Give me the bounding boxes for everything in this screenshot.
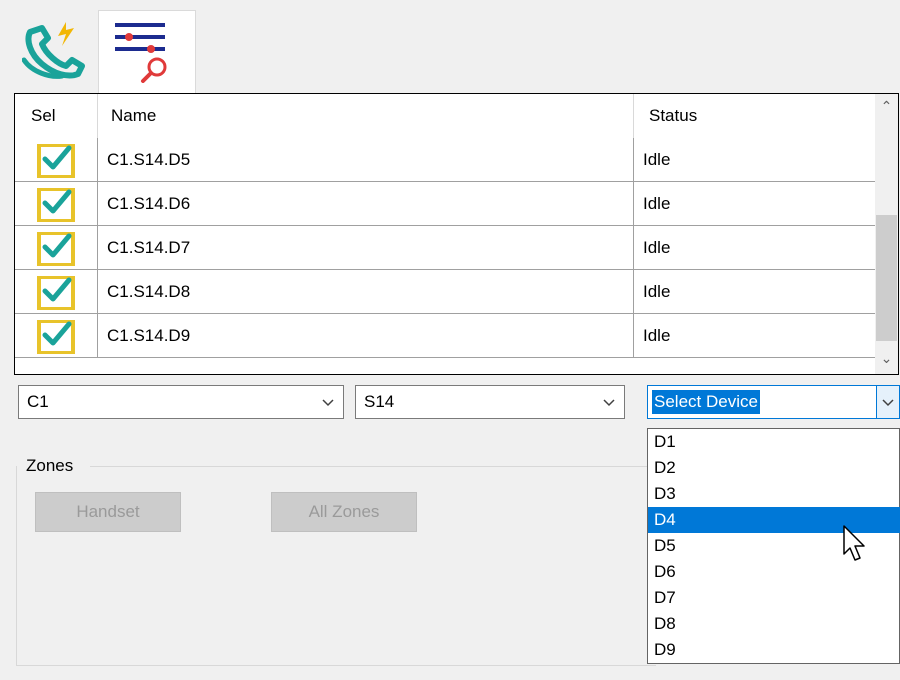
row-status: Idle — [643, 150, 671, 169]
row-checkbox[interactable] — [37, 232, 75, 266]
all-zones-button[interactable]: All Zones — [271, 492, 417, 532]
check-icon — [42, 145, 72, 170]
row-checkbox[interactable] — [37, 276, 75, 310]
filter-search-icon — [115, 23, 167, 83]
device-option[interactable]: D8 — [648, 611, 900, 637]
segment-select[interactable]: S14 — [355, 385, 625, 419]
row-name: C1.S14.D8 — [107, 282, 191, 301]
chevron-down-icon — [882, 399, 894, 407]
scroll-thumb[interactable] — [876, 215, 897, 341]
zones-group-border — [90, 466, 650, 467]
row-name: C1.S14.D9 — [107, 326, 191, 345]
device-option[interactable]: D7 — [648, 585, 900, 611]
tab-strip — [0, 0, 900, 94]
handset-button[interactable]: Handset — [35, 492, 181, 532]
chevron-down-icon — [322, 399, 334, 407]
row-status: Idle — [643, 194, 671, 213]
scroll-down-icon[interactable]: ⌄ — [875, 346, 898, 370]
zones-group-label: Zones — [26, 456, 78, 476]
device-option[interactable]: D9 — [648, 637, 900, 663]
device-select-value: Select Device — [652, 390, 760, 414]
phone-call-icon — [22, 22, 85, 79]
row-checkbox[interactable] — [37, 144, 75, 178]
check-icon — [42, 321, 72, 346]
row-name: C1.S14.D5 — [107, 150, 191, 169]
zones-group-border — [16, 466, 17, 666]
table-row[interactable]: C1.S14.D6 Idle — [15, 182, 875, 226]
grid-header: Sel Name Status — [15, 94, 875, 139]
tab-device-filter[interactable] — [98, 10, 196, 94]
device-option[interactable]: D1 — [648, 429, 900, 455]
row-status: Idle — [643, 326, 671, 345]
row-checkbox[interactable] — [37, 188, 75, 222]
column-header-sel[interactable]: Sel — [21, 94, 97, 138]
device-select[interactable]: Select Device — [647, 385, 900, 419]
row-checkbox[interactable] — [37, 320, 75, 354]
table-row[interactable]: C1.S14.D9 Idle — [15, 314, 875, 358]
check-icon — [42, 233, 72, 258]
device-grid: Sel Name Status C1.S14.D5 Idle C1.S14.D6… — [14, 93, 899, 375]
grid-scrollbar[interactable]: ⌃ ⌄ — [875, 94, 898, 374]
device-option[interactable]: D3 — [648, 481, 900, 507]
row-status: Idle — [643, 238, 671, 257]
controller-select[interactable]: C1 — [18, 385, 344, 419]
chevron-down-icon — [603, 399, 615, 407]
check-icon — [42, 189, 72, 214]
column-header-status[interactable]: Status — [639, 94, 875, 138]
row-name: C1.S14.D6 — [107, 194, 191, 213]
device-select-button[interactable] — [876, 386, 899, 418]
table-row[interactable]: C1.S14.D7 Idle — [15, 226, 875, 270]
device-option[interactable]: D2 — [648, 455, 900, 481]
controller-select-value: C1 — [27, 392, 49, 411]
segment-select-value: S14 — [364, 392, 395, 411]
check-icon — [42, 277, 72, 302]
mouse-pointer-icon — [843, 525, 865, 561]
table-row[interactable]: C1.S14.D8 Idle — [15, 270, 875, 314]
column-header-name[interactable]: Name — [101, 94, 631, 138]
zones-group-border — [16, 665, 656, 666]
row-status: Idle — [643, 282, 671, 301]
table-row[interactable]: C1.S14.D5 Idle — [15, 138, 875, 182]
tab-phone[interactable] — [12, 12, 100, 82]
row-name: C1.S14.D7 — [107, 238, 191, 257]
scroll-up-icon[interactable]: ⌃ — [875, 94, 898, 118]
